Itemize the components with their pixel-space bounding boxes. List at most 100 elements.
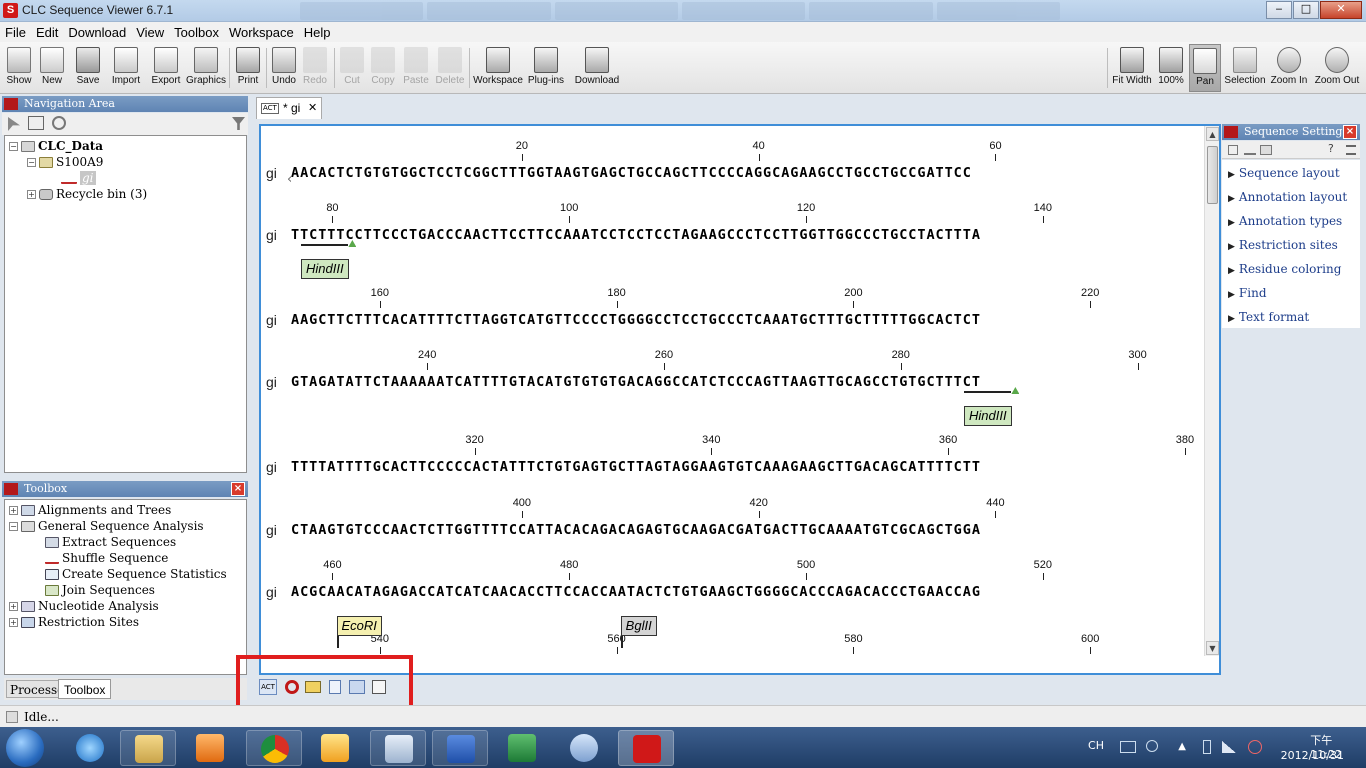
settings-sequence-layout[interactable]: ▶ Sequence layout <box>1228 166 1340 180</box>
settings-apply-icon[interactable] <box>1244 145 1256 155</box>
windows-start-icon[interactable] <box>6 729 44 767</box>
restriction-site-label[interactable]: HindIII <box>301 259 349 279</box>
settings-text-format[interactable]: ▶ Text format <box>1228 310 1309 324</box>
volume-muted-icon[interactable] <box>1248 740 1262 754</box>
input-language[interactable]: CH <box>1088 739 1104 752</box>
show-hidden-icons[interactable]: ▲ <box>1178 741 1186 752</box>
sequence-residues[interactable]: TTTTATTTTGCACTTCCCCCACTATTTCTGTGAGTGCTTA… <box>291 459 981 475</box>
battery-icon[interactable] <box>1203 740 1211 754</box>
sequence-residues[interactable]: AACACTCTGTGTGGCTCCTCGGCTTTGGTAAGTGAGCTGC… <box>291 165 972 181</box>
toolbox-item-shuffle-sequence[interactable]: Shuffle Sequence <box>45 550 168 566</box>
sequence-residues[interactable]: GTAGATATTCTAAAAAATCATTTTGTACATGTGTGTGACA… <box>291 374 981 390</box>
text-view-icon[interactable] <box>329 680 341 694</box>
sequence-residues[interactable]: AAGCTTCTTTCACATTTTCTTAGGTCATGTTCCCCTGGGG… <box>291 312 981 328</box>
cut-button[interactable]: Cut <box>338 44 366 92</box>
refresh-icon[interactable] <box>52 116 66 130</box>
sequence-row[interactable]: gi TTCTTTCCTTCCCTGACCCAACTTCCTTCCAAATCCTC… <box>261 227 1201 245</box>
taskbar-clc-viewer[interactable] <box>618 730 674 766</box>
toolbox-item-general-sequence[interactable]: − General Sequence Analysis <box>9 518 204 534</box>
undo-button[interactable]: Undo <box>269 44 299 92</box>
export-button[interactable]: Export <box>148 44 184 92</box>
sequence-view[interactable]: gi AACACTCTGTGTGGCTCCTCGGCTTTGGTAAGTGAGCT… <box>259 124 1221 675</box>
zoom-100-button[interactable]: 100% <box>1155 44 1187 92</box>
close-window-button[interactable]: ✕ <box>1320 1 1362 19</box>
help-icon[interactable]: ? <box>1328 142 1334 155</box>
restriction-site-label[interactable]: EcoRI <box>336 616 382 636</box>
help-tray-icon[interactable] <box>1146 740 1158 752</box>
toolbox-item-create-statistics[interactable]: Create Sequence Statistics <box>45 566 227 582</box>
sequence-residues[interactable]: TTCTTTCCTTCCCTGACCCAACTTCCTTCCAAATCCTCCT… <box>291 227 981 243</box>
menu-file[interactable]: File <box>4 25 27 40</box>
circular-view-icon[interactable] <box>285 680 299 694</box>
scroll-down-icon[interactable]: ▼ <box>1206 641 1219 655</box>
element-info-icon[interactable] <box>372 680 386 694</box>
taskbar-paint[interactable] <box>556 730 612 766</box>
toolbox-item-join-sequences[interactable]: Join Sequences <box>45 582 155 598</box>
sequence-residues[interactable]: CTAAGTGTCCCAACTCTTGGTTTTCCATTACACAGACAGA… <box>291 522 981 538</box>
menu-workspace[interactable]: Workspace <box>228 25 295 40</box>
import-button[interactable]: Import <box>108 44 144 92</box>
selection-button[interactable]: Selection <box>1224 44 1266 92</box>
tree-recycle-bin[interactable]: + Recycle bin (3) <box>27 186 147 202</box>
graphics-button[interactable]: Graphics <box>186 44 226 92</box>
clock-date[interactable]: 2012/10/31 <box>1281 749 1344 762</box>
tree-sequence-gi[interactable]: gi <box>61 170 96 186</box>
paste-button[interactable]: Paste <box>400 44 432 92</box>
close-tab-icon[interactable]: ✕ <box>308 98 317 118</box>
toolbox-item-nucleotide-analysis[interactable]: + Nucleotide Analysis <box>9 598 159 614</box>
fit-width-button[interactable]: Fit Width <box>1110 44 1154 92</box>
sequence-row[interactable]: gi TTTTATTTTGCACTTCCCCCACTATTTCTGTGAGTGCT… <box>261 459 1201 477</box>
toolbox-item-alignments[interactable]: + Alignments and Trees <box>9 502 171 518</box>
close-settings-icon[interactable]: × <box>1343 125 1357 139</box>
settings-save-icon[interactable] <box>1228 145 1238 155</box>
restriction-site-label[interactable]: BglII <box>620 616 657 636</box>
sequence-row[interactable]: gi CTAAGTGTCCCAACTCTTGGTTTTCCATTACACAGACA… <box>261 522 1201 540</box>
pan-button[interactable]: Pan <box>1189 44 1221 92</box>
menu-edit[interactable]: Edit <box>35 25 59 40</box>
keyboard-icon[interactable] <box>1120 741 1136 753</box>
tree-root-clc-data[interactable]: − CLC_Data <box>9 138 103 154</box>
sequence-residues[interactable]: ACGCAACATAGAGACCATCATCAACACCTTCCACCAATAC… <box>291 584 981 600</box>
menu-download[interactable]: Download <box>67 25 127 40</box>
toolbox-item-extract-sequences[interactable]: Extract Sequences <box>45 534 176 550</box>
menu-toolbox[interactable]: Toolbox <box>173 25 220 40</box>
vertical-scrollbar[interactable]: ▲ ▼ <box>1204 126 1219 656</box>
taskbar-excel[interactable] <box>494 730 550 766</box>
settings-annotation-types[interactable]: ▶ Annotation types <box>1228 214 1342 228</box>
sequence-view-icon[interactable]: ACT <box>259 679 277 695</box>
taskbar-app[interactable] <box>370 730 426 766</box>
maximize-button[interactable]: □ <box>1293 1 1319 19</box>
taskbar-word[interactable] <box>432 730 488 766</box>
select-arrow-icon[interactable] <box>8 117 20 131</box>
network-icon[interactable] <box>1222 741 1236 753</box>
close-toolbox-icon[interactable]: × <box>231 482 245 496</box>
menu-help[interactable]: Help <box>303 25 332 40</box>
redo-button[interactable]: Redo <box>300 44 330 92</box>
save-button[interactable]: Save <box>73 44 103 92</box>
sequence-row[interactable]: gi GTAGATATTCTAAAAAATCATTTTGTACATGTGTGTGA… <box>261 374 1201 392</box>
restriction-site-label[interactable]: HindIII <box>964 406 1012 426</box>
settings-annotation-layout[interactable]: ▶ Annotation layout <box>1228 190 1347 204</box>
delete-button[interactable]: Delete <box>434 44 466 92</box>
taskbar-chrome[interactable] <box>246 730 302 766</box>
tree-folder-s100a9[interactable]: − S100A9 <box>27 154 103 170</box>
tab-toolbox[interactable]: Toolbox <box>58 679 112 699</box>
sequence-row[interactable]: gi AACACTCTGTGTGGCTCCTCGGCTTTGGTAAGTGAGCT… <box>261 165 1201 183</box>
new-button[interactable]: New <box>36 44 68 92</box>
taskbar-pps[interactable] <box>307 730 363 766</box>
new-folder-icon[interactable] <box>28 116 44 130</box>
show-button[interactable]: Show <box>2 44 36 92</box>
settings-find[interactable]: ▶ Find <box>1228 286 1267 300</box>
settings-list-icon[interactable] <box>1260 145 1272 155</box>
menu-view[interactable]: View <box>135 25 165 40</box>
taskbar-explorer[interactable] <box>120 730 176 766</box>
history-icon[interactable] <box>349 680 365 694</box>
sequence-row[interactable]: gi ACGCAACATAGAGACCATCATCAACACCTTCCACCAAT… <box>261 584 1201 602</box>
minimize-button[interactable]: ‒ <box>1266 1 1292 19</box>
sequence-row[interactable]: gi AAGCTTCTTTCACATTTTCTTAGGTCATGTTCCCCTGG… <box>261 312 1201 330</box>
annotation-table-icon[interactable] <box>305 681 321 693</box>
scroll-thumb[interactable] <box>1207 146 1218 204</box>
copy-button[interactable]: Copy <box>368 44 398 92</box>
taskbar-internet-explorer[interactable] <box>62 730 118 766</box>
settings-menu-icon[interactable] <box>1346 145 1356 155</box>
